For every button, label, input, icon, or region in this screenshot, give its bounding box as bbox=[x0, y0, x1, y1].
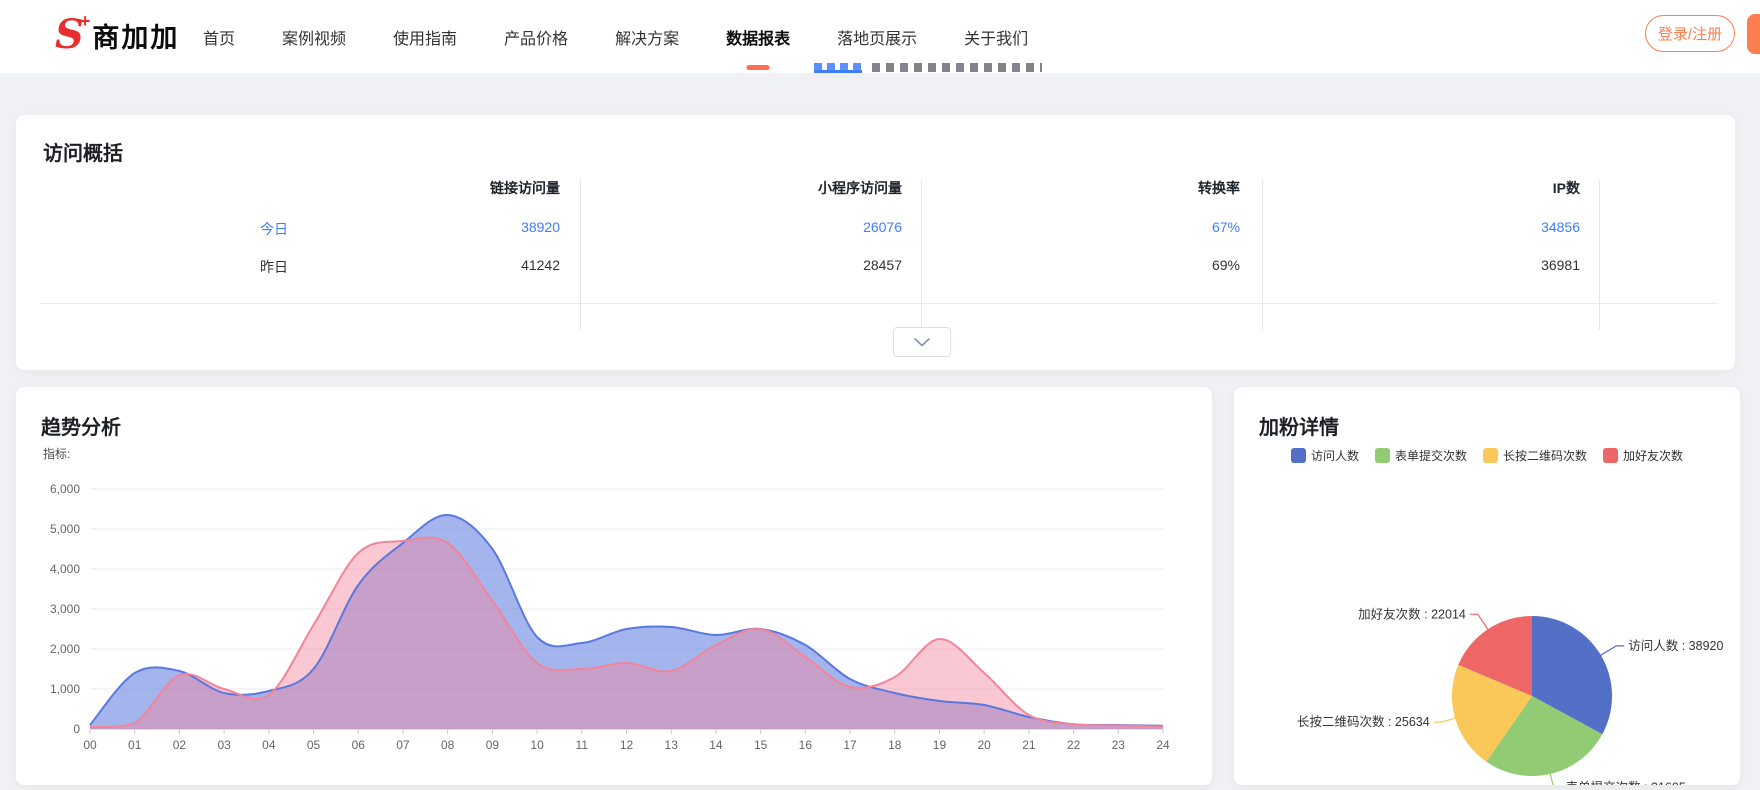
svg-text:08: 08 bbox=[441, 738, 455, 752]
legend-label: 访问人数 bbox=[1311, 447, 1359, 464]
column-header: 小程序访问量 bbox=[682, 178, 902, 198]
logo-plus-icon: + bbox=[80, 11, 91, 32]
svg-text:02: 02 bbox=[173, 738, 187, 752]
column-divider bbox=[921, 180, 922, 330]
nav-item-guide[interactable]: 使用指南 bbox=[393, 0, 457, 73]
fan-details-card: 加粉详情 访问人数 表单提交次数 长按二维码次数 加好友次数 访问人数 : 38… bbox=[1234, 387, 1740, 785]
svg-text:07: 07 bbox=[396, 738, 410, 752]
svg-text:5,000: 5,000 bbox=[50, 522, 80, 536]
svg-text:12: 12 bbox=[620, 738, 634, 752]
clipped-subtab-fragments bbox=[872, 63, 1042, 72]
table-cell: 67% bbox=[1020, 219, 1240, 235]
table-cell: 41242 bbox=[340, 257, 560, 273]
svg-text:表单提交次数 : 31605: 表单提交次数 : 31605 bbox=[1566, 779, 1686, 785]
svg-text:20: 20 bbox=[977, 738, 991, 752]
visit-overview-table: 链接访问量 小程序访问量 转换率 IP数 今日 38920 26076 67% … bbox=[40, 178, 1600, 330]
row-label-today: 今日 bbox=[188, 219, 288, 239]
svg-text:01: 01 bbox=[128, 738, 142, 752]
table-cell: 38920 bbox=[340, 219, 560, 235]
svg-text:2,000: 2,000 bbox=[50, 642, 80, 656]
card-divider bbox=[40, 303, 1717, 304]
table-cell: 36981 bbox=[1360, 257, 1580, 273]
nav-item-home[interactable]: 首页 bbox=[203, 0, 235, 73]
svg-text:6,000: 6,000 bbox=[50, 482, 80, 496]
svg-text:17: 17 bbox=[843, 738, 857, 752]
legend-swatch bbox=[1483, 448, 1498, 463]
expand-button[interactable] bbox=[893, 327, 951, 357]
column-divider bbox=[1262, 180, 1263, 330]
visit-overview-title: 访问概括 bbox=[43, 137, 123, 166]
login-register-button[interactable]: 登录/注册 bbox=[1645, 15, 1735, 52]
legend-label: 加好友次数 bbox=[1623, 447, 1683, 464]
svg-text:0: 0 bbox=[73, 722, 80, 736]
svg-text:19: 19 bbox=[933, 738, 947, 752]
legend-label: 长按二维码次数 bbox=[1503, 447, 1587, 464]
pie-legend: 访问人数 表单提交次数 长按二维码次数 加好友次数 bbox=[1234, 447, 1740, 464]
column-header: IP数 bbox=[1360, 178, 1580, 198]
column-header: 链接访问量 bbox=[340, 178, 560, 198]
table-cell: 34856 bbox=[1360, 219, 1580, 235]
legend-swatch bbox=[1603, 448, 1618, 463]
trend-analysis-card: 趋势分析 指标: 01,0002,0003,0004,0005,0006,000… bbox=[16, 387, 1212, 785]
svg-text:4,000: 4,000 bbox=[50, 562, 80, 576]
legend-item[interactable]: 长按二维码次数 bbox=[1483, 447, 1587, 464]
svg-text:00: 00 bbox=[83, 738, 97, 752]
column-header: 转换率 bbox=[1020, 178, 1240, 198]
brand-logo[interactable]: S+商加加 bbox=[55, 12, 179, 58]
nav-item-case-videos[interactable]: 案例视频 bbox=[282, 0, 346, 73]
legend-item[interactable]: 访问人数 bbox=[1291, 447, 1359, 464]
nav-item-solutions[interactable]: 解决方案 bbox=[615, 0, 679, 73]
floating-edge-tab[interactable] bbox=[1747, 14, 1760, 54]
legend-item[interactable]: 加好友次数 bbox=[1603, 447, 1683, 464]
svg-text:04: 04 bbox=[262, 738, 276, 752]
table-cell: 28457 bbox=[682, 257, 902, 273]
active-nav-indicator bbox=[747, 65, 770, 70]
svg-text:09: 09 bbox=[486, 738, 500, 752]
svg-text:15: 15 bbox=[754, 738, 768, 752]
svg-text:06: 06 bbox=[352, 738, 366, 752]
fan-pie-chart[interactable]: 访问人数 : 38920 表单提交次数 : 31605 长按二维码次数 : 2563… bbox=[1234, 487, 1740, 785]
svg-text:长按二维码次数 : 25634: 长按二维码次数 : 25634 bbox=[1297, 714, 1430, 729]
svg-text:05: 05 bbox=[307, 738, 321, 752]
svg-text:访问人数 : 38920: 访问人数 : 38920 bbox=[1628, 638, 1723, 653]
svg-text:3,000: 3,000 bbox=[50, 602, 80, 616]
svg-text:1,000: 1,000 bbox=[50, 682, 80, 696]
visit-overview-card: 访问概括 链接访问量 小程序访问量 转换率 IP数 今日 38920 26076… bbox=[16, 115, 1735, 370]
column-divider bbox=[1599, 180, 1600, 330]
chevron-down-icon bbox=[914, 338, 930, 347]
logo-text: 商加加 bbox=[92, 16, 179, 55]
fan-details-title: 加粉详情 bbox=[1259, 411, 1339, 440]
svg-text:24: 24 bbox=[1156, 738, 1170, 752]
table-cell: 26076 bbox=[682, 219, 902, 235]
table-cell: 69% bbox=[1020, 257, 1240, 273]
legend-item[interactable]: 表单提交次数 bbox=[1375, 447, 1467, 464]
svg-text:16: 16 bbox=[799, 738, 813, 752]
trend-area-chart[interactable]: 0 1,000 2,000 3,000 4,000 5,000 6,000 00 01 02 03 0… bbox=[16, 387, 1212, 785]
svg-text:03: 03 bbox=[217, 738, 231, 752]
svg-text:21: 21 bbox=[1022, 738, 1036, 752]
nav-item-pricing[interactable]: 产品价格 bbox=[504, 0, 568, 73]
svg-text:14: 14 bbox=[709, 738, 723, 752]
svg-text:11: 11 bbox=[576, 738, 589, 752]
nav-item-data-reports[interactable]: 数据报表 bbox=[726, 0, 790, 73]
active-subtab-underline bbox=[814, 70, 862, 73]
svg-text:22: 22 bbox=[1067, 738, 1081, 752]
legend-label: 表单提交次数 bbox=[1395, 447, 1467, 464]
svg-text:10: 10 bbox=[530, 738, 544, 752]
legend-swatch bbox=[1375, 448, 1390, 463]
column-divider bbox=[580, 180, 581, 330]
row-label-yesterday: 昨日 bbox=[188, 257, 288, 277]
svg-text:13: 13 bbox=[665, 738, 679, 752]
svg-text:加好友次数 : 22014: 加好友次数 : 22014 bbox=[1358, 606, 1466, 621]
svg-text:23: 23 bbox=[1112, 738, 1126, 752]
legend-swatch bbox=[1291, 448, 1306, 463]
nav-item-label: 数据报表 bbox=[726, 25, 790, 49]
svg-text:18: 18 bbox=[888, 738, 902, 752]
